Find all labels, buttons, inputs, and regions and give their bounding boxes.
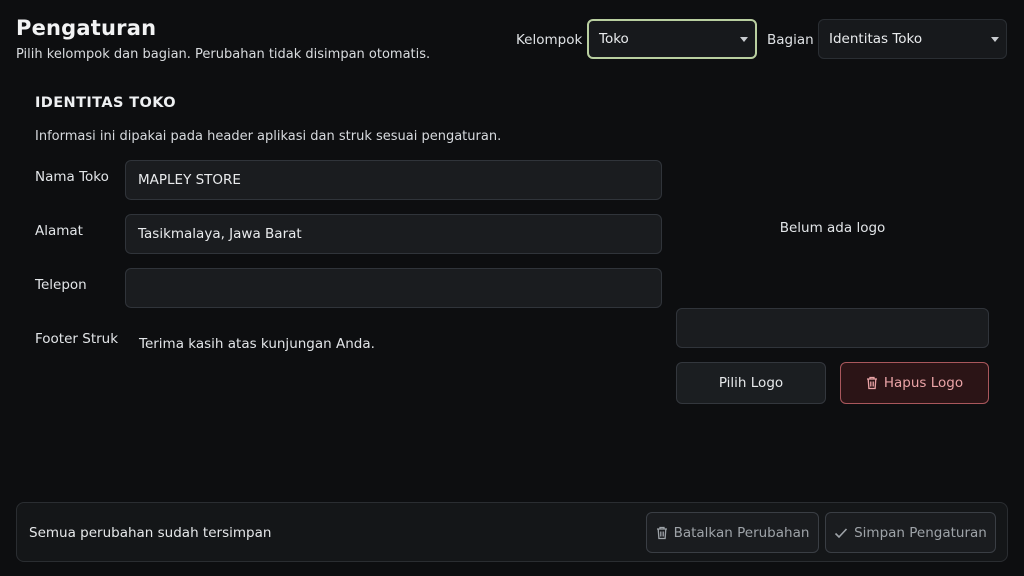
address-label: Alamat [35,223,83,239]
section-select[interactable]: Identitas Toko [818,19,1007,59]
store-name-input[interactable]: MAPLEY STORE [125,160,662,200]
receipt-footer-text[interactable]: Terima kasih atas kunjungan Anda. [139,336,375,352]
store-name-label: Nama Toko [35,169,109,185]
save-settings-button[interactable]: Simpan Pengaturan [825,512,996,553]
save-status-text: Semua perubahan sudah tersimpan [29,525,272,541]
trash-icon [656,526,668,540]
group-select[interactable]: Toko [587,19,757,59]
cancel-changes-label: Batalkan Perubahan [673,524,810,541]
page-title: Pengaturan [16,16,157,40]
delete-logo-button[interactable]: Hapus Logo [840,362,989,404]
caret-down-icon [991,37,999,42]
group-select-value: Toko [599,31,629,47]
phone-label: Telepon [35,277,87,293]
pick-logo-label: Pilih Logo [718,375,784,391]
page-subtitle: Pilih kelompok dan bagian. Perubahan tid… [16,47,431,62]
trash-icon [866,376,878,390]
delete-logo-label: Hapus Logo [883,375,964,391]
logo-placeholder: Belum ada logo [779,220,886,236]
cancel-changes-button[interactable]: Batalkan Perubahan [646,512,819,553]
logo-path-field[interactable] [676,308,989,348]
group-label: Kelompok [516,32,583,48]
bottom-action-bar: Semua perubahan sudah tersimpan Batalkan… [16,502,1008,562]
section-title: IDENTITAS TOKO [35,95,176,111]
address-input[interactable]: Tasikmalaya, Jawa Barat [125,214,662,254]
section-description: Informasi ini dipakai pada header aplika… [35,129,502,144]
section-label: Bagian [767,32,814,48]
caret-down-icon [740,37,748,42]
receipt-footer-label: Footer Struk [35,331,119,347]
section-select-value: Identitas Toko [829,31,923,47]
save-settings-label: Simpan Pengaturan [854,524,987,541]
phone-input[interactable] [125,268,662,308]
check-icon [834,527,848,539]
pick-logo-button[interactable]: Pilih Logo [676,362,826,404]
